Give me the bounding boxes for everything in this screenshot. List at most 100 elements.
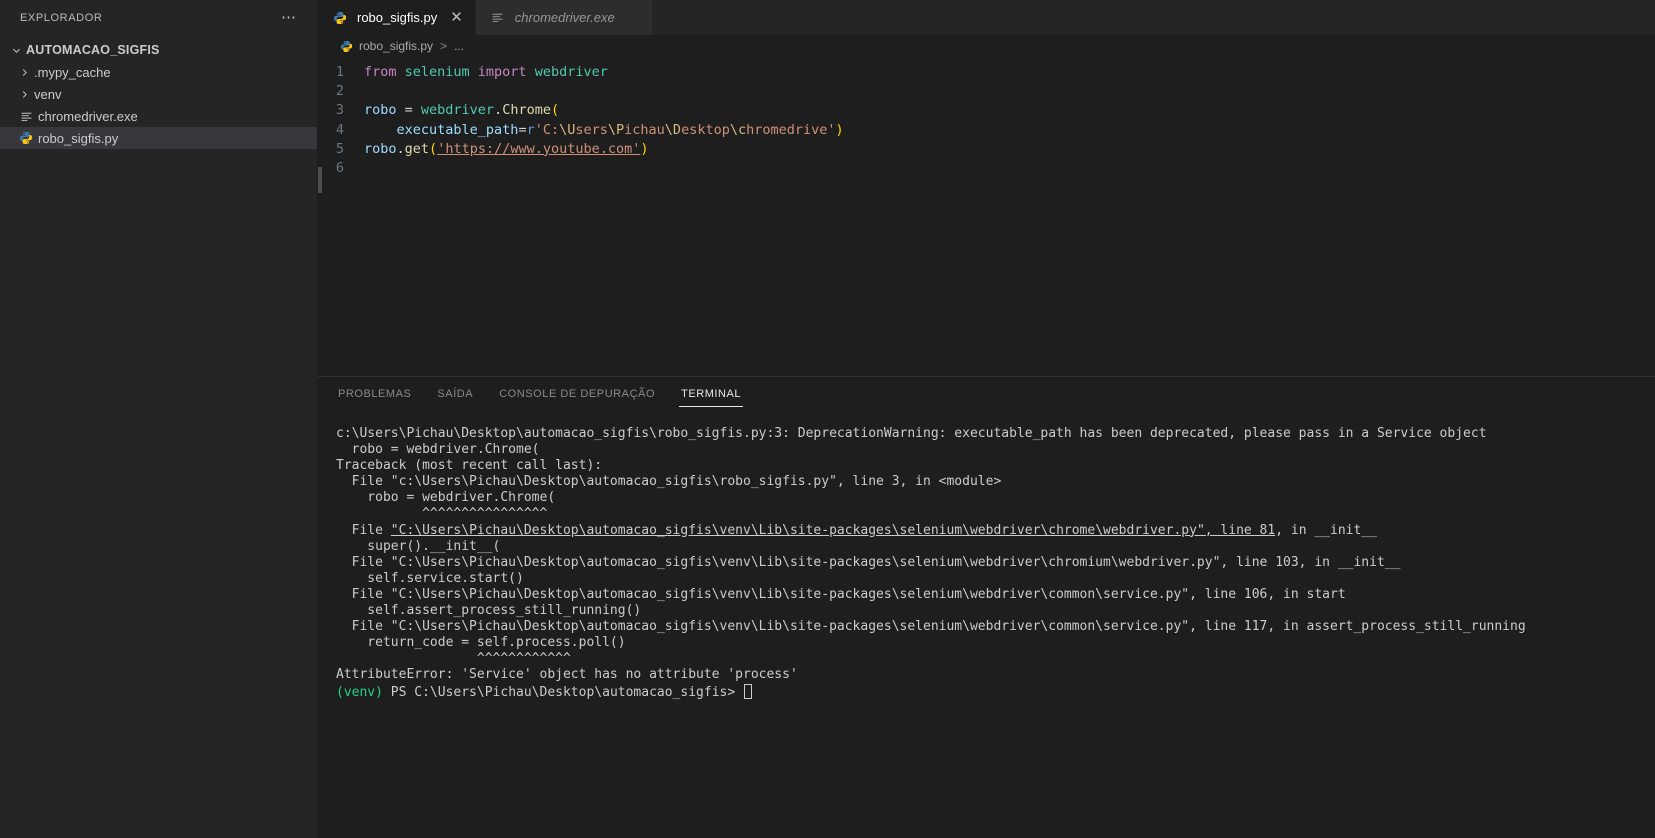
tree-item-venv[interactable]: venv: [0, 83, 317, 105]
panel-tab-console-de-depura-o[interactable]: CONSOLE DE DEPURAÇÃO: [497, 386, 657, 404]
code-line: 1 from selenium import webdriver: [318, 63, 1655, 82]
tab-robo-sigfis-py[interactable]: robo_sigfis.py ✕: [318, 0, 476, 35]
terminal-line: File "C:\Users\Pichau\Desktop\automacao_…: [336, 619, 1655, 635]
panel-tab-problemas[interactable]: PROBLEMAS: [336, 386, 413, 404]
terminal-text: ^^^^^^^^^^^^: [336, 651, 571, 667]
tab-label: chromedriver.exe: [514, 10, 615, 25]
tree-root-automacao-sigfis[interactable]: AUTOMACAO_SIGFIS: [0, 39, 317, 61]
terminal-line: return_code = self.process.poll(): [336, 635, 1655, 651]
code-token: 'C:: [534, 121, 560, 138]
explorer-sidebar: EXPLORADOR ⋯ AUTOMACAO_SIGFIS .mypy_cach…: [0, 0, 318, 838]
line-number: 6: [335, 159, 344, 176]
code-token: from: [364, 64, 405, 80]
panel-tab-terminal[interactable]: TERMINAL: [679, 386, 744, 407]
terminal-line: self.assert_process_still_running(): [336, 603, 1655, 619]
terminal-text: self.service.start(): [336, 570, 524, 586]
terminal-file-link[interactable]: "C:\Users\Pichau\Desktop\automacao_sigfi…: [391, 523, 1275, 538]
code-token: Chrome: [502, 102, 551, 119]
code-token: \c: [729, 121, 747, 138]
terminal-text: c:\Users\Pichau\Desktop\automacao_sigfis…: [336, 426, 1487, 441]
code-line: 4 executable_path=r'C:\Users\Pichau\Desk…: [318, 121, 1655, 140]
terminal-line: ^^^^^^^^^^^^^^^^: [336, 506, 1655, 522]
code-token: \D: [664, 121, 682, 138]
terminal-output[interactable]: c:\Users\Pichau\Desktop\automacao_sigfis…: [318, 412, 1655, 838]
tree-item-robo-sigfis-py[interactable]: robo_sigfis.py: [0, 127, 317, 149]
breadcrumb-more[interactable]: ...: [454, 39, 464, 53]
breadcrumb-file[interactable]: robo_sigfis.py: [359, 39, 433, 53]
editor-tab-bar: robo_sigfis.py ✕ chromedriver.exe ✕: [318, 0, 1655, 35]
terminal-line: super().__init__(: [336, 539, 1655, 555]
code-token: webdriver: [420, 102, 495, 119]
terminal-text: PS C:\Users\Pichau\Desktop\automacao_sig…: [382, 684, 743, 700]
editor-area: robo_sigfis.py ✕ chromedriver.exe ✕: [318, 0, 1655, 838]
terminal-text: robo = webdriver.Chrome(: [336, 442, 540, 458]
binary-file-icon: [488, 11, 508, 24]
tree-item-mypy-cache[interactable]: .mypy_cache: [0, 61, 317, 83]
tree-root-label: AUTOMACAO_SIGFIS: [26, 43, 160, 57]
code-token: (: [429, 140, 438, 157]
tab-label: robo_sigfis.py: [357, 10, 438, 25]
line-number: 1: [335, 64, 344, 80]
code-token: import: [477, 64, 535, 80]
terminal-line: Traceback (most recent call last):: [336, 458, 1655, 474]
code-line-text: robo = webdriver.Chrome(: [364, 101, 559, 120]
panel-tab-bar: PROBLEMAS SAÍDA CONSOLE DE DEPURAÇÃO TERMIN…: [318, 377, 1655, 412]
editor-scrollbar-slider[interactable]: [318, 167, 322, 193]
terminal-text: , in __init__: [1275, 522, 1377, 538]
terminal-line: File "c:\Users\Pichau\Desktop\automacao_…: [336, 474, 1655, 490]
explorer-title: EXPLORADOR: [20, 11, 103, 24]
breadcrumb[interactable]: robo_sigfis.py > ...: [318, 35, 1655, 57]
code-token: get: [404, 140, 430, 157]
terminal-text: AttributeError: 'Service' object has no …: [336, 667, 798, 683]
terminal-line: robo = webdriver.Chrome(: [336, 490, 1655, 506]
chevron-right-icon: [16, 89, 32, 100]
code-token: \P: [607, 121, 625, 138]
close-icon[interactable]: ✕: [450, 10, 463, 25]
tree-item-chromedriver-exe[interactable]: chromedriver.exe: [0, 105, 317, 127]
line-number: 5: [335, 140, 344, 157]
chevron-right-icon: [16, 67, 32, 78]
terminal-line: robo = webdriver.Chrome(: [336, 442, 1655, 458]
panel-tab-sa-da[interactable]: SAÍDA: [435, 386, 475, 404]
terminal-text: super().__init__(: [336, 538, 501, 554]
tree-item-label: chromedriver.exe: [38, 108, 138, 124]
chevron-down-icon: [8, 45, 24, 56]
line-number: 4: [335, 121, 344, 138]
line-number: 3: [335, 102, 344, 119]
breadcrumb-separator: >: [440, 39, 448, 53]
terminal-text: robo = webdriver.Chrome(: [336, 490, 556, 506]
bottom-panel: PROBLEMAS SAÍDA CONSOLE DE DEPURAÇÃO TERMIN…: [318, 376, 1655, 838]
tab-chromedriver-exe[interactable]: chromedriver.exe ✕: [475, 0, 654, 35]
code-token: .: [494, 102, 503, 119]
terminal-line: (venv) PS C:\Users\Pichau\Desktop\automa…: [336, 683, 1655, 701]
terminal-cursor: [744, 683, 752, 699]
terminal-line: ^^^^^^^^^^^^: [336, 651, 1655, 667]
code-token: .: [396, 140, 405, 157]
terminal-text: File "C:\Users\Pichau\Desktop\automacao_…: [336, 619, 1526, 635]
code-line: 2: [318, 82, 1655, 101]
terminal-line: File "C:\Users\Pichau\Desktop\automacao_…: [336, 555, 1655, 571]
code-token: selenium: [404, 64, 478, 80]
code-token: r: [526, 121, 535, 138]
code-token: ichau: [624, 121, 665, 138]
ellipsis-icon[interactable]: ⋯: [281, 10, 297, 25]
code-token: robo: [364, 140, 397, 157]
code-token: 'https://www.youtube.com': [437, 140, 641, 157]
vscode-window: EXPLORADOR ⋯ AUTOMACAO_SIGFIS .mypy_cach…: [0, 0, 1655, 838]
code-token: robo: [364, 102, 405, 119]
terminal-text: Traceback (most recent call last):: [336, 458, 603, 474]
code-token: hromedrive': [746, 121, 836, 138]
file-tree: AUTOMACAO_SIGFIS .mypy_cache venv chrome…: [0, 39, 317, 149]
code-line: 3 robo = webdriver.Chrome(: [318, 101, 1655, 120]
terminal-line: File "C:\Users\Pichau\Desktop\automacao_…: [336, 523, 1655, 539]
code-line-text: robo.get('https://www.youtube.com'): [364, 140, 649, 159]
terminal-text: File "C:\Users\Pichau\Desktop\automacao_…: [336, 554, 1401, 570]
overview-ruler[interactable]: [1641, 57, 1655, 376]
terminal-text: self.assert_process_still_running(): [336, 603, 642, 619]
code-content: 1 from selenium import webdriver 2 3 robo = …: [318, 57, 1655, 178]
code-editor[interactable]: 1 from selenium import webdriver 2 3 robo = …: [318, 57, 1655, 376]
code-token: ): [640, 140, 649, 157]
code-token: =: [404, 102, 421, 119]
terminal-line: c:\Users\Pichau\Desktop\automacao_sigfis…: [336, 426, 1655, 442]
